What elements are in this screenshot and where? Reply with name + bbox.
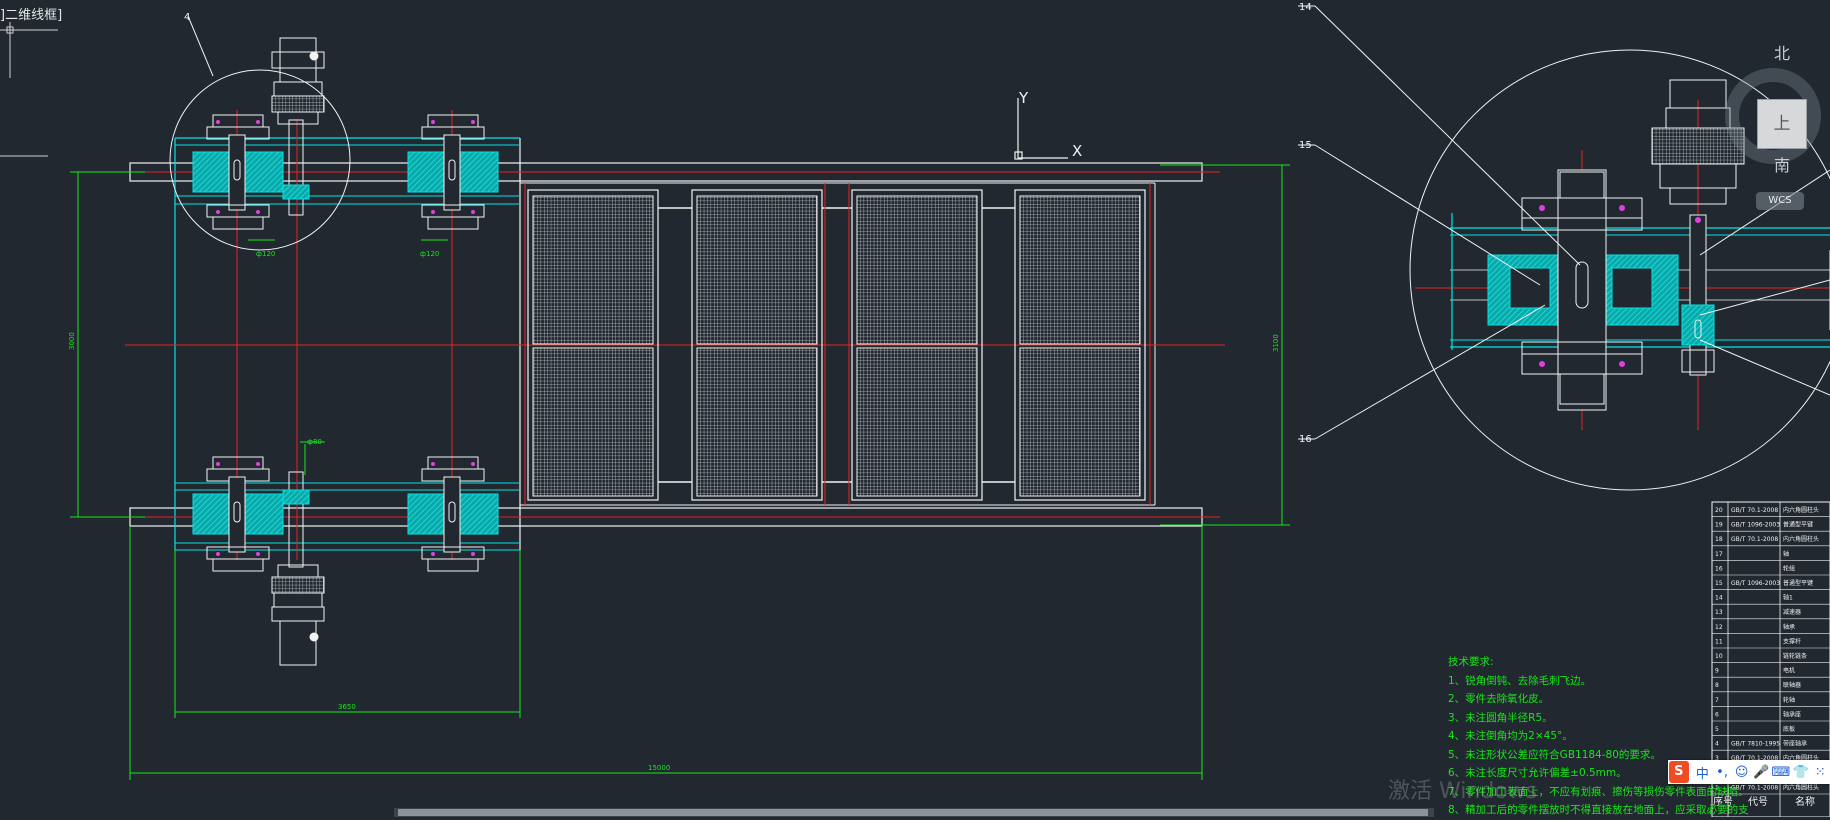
wheel-assembly-top-right — [407, 114, 499, 230]
drive-shaft-top — [282, 119, 310, 216]
bom-cell-name: 带座轴承 — [1783, 740, 1807, 748]
bom-cell-no: 12 — [1715, 624, 1723, 631]
dim-c: ф80 — [307, 438, 322, 446]
bom-cell-name: 普通型平键 — [1783, 521, 1813, 529]
bom-cell-name: 链轮链条 — [1783, 652, 1807, 660]
bom-cell-name: 减速器 — [1783, 608, 1801, 616]
bom-cell-name: 轮组 — [1783, 564, 1795, 572]
bom-cell-code: GB/T 1096-2003 — [1731, 522, 1780, 529]
wcs-menu-button[interactable]: WCS — [1756, 192, 1804, 210]
dim-height-right: 3100 — [1272, 334, 1280, 352]
ime-punct-toggle[interactable]: •, — [1712, 765, 1732, 780]
bom-cell-name: 普通型平键 — [1783, 579, 1813, 587]
ucs-y-label: Y — [1018, 89, 1029, 107]
microphone-icon[interactable]: 🎤 — [1752, 765, 1772, 780]
dim-a: ф120 — [256, 250, 275, 258]
bom-cell-name: 内六角圆柱头 — [1783, 506, 1819, 514]
keyboard-icon[interactable]: ⌨ — [1771, 765, 1791, 780]
bom-cell-no: 13 — [1715, 609, 1723, 616]
bom-cell-code: GB/T 1096-2003 — [1731, 580, 1780, 587]
bom-cell-name: 轴 — [1783, 550, 1789, 558]
motor-top — [271, 37, 325, 125]
viewport-label[interactable]: ]二维线框] — [0, 4, 62, 23]
activation-watermark: 激活 Windows — [1388, 779, 1538, 804]
bom-cell-name: 底板 — [1783, 725, 1795, 733]
bom-row: 20 GB/T 70.1-2008 内六角圆柱头 — [1715, 506, 1819, 514]
bom-cell-no: 20 — [1715, 507, 1723, 514]
callout-14: 14 — [1299, 2, 1312, 13]
sogou-logo-icon[interactable]: S — [1669, 761, 1689, 783]
viewport-crosshair — [0, 22, 58, 157]
ime-lang-toggle[interactable]: 中 — [1693, 763, 1713, 782]
dim-height-outer: 3000 — [68, 332, 76, 350]
note-item: 2、零件去除氧化皮。 — [1448, 693, 1550, 705]
bom-cell-name: 内六角圆柱头 — [1783, 783, 1819, 791]
callout-15: 15 — [1299, 140, 1312, 151]
scrollbar-thumb[interactable] — [398, 809, 1428, 816]
wheel-assembly-bottom-left — [192, 456, 284, 572]
bom-cell-no: 17 — [1715, 551, 1723, 558]
ime-toolbar[interactable]: S 中 •, ☺ 🎤 ⌨ 👕 ⁙ — [1668, 760, 1830, 784]
dim-b: ф120 — [420, 250, 439, 258]
bom-cell-no: 19 — [1715, 522, 1723, 529]
note-item: 3、未注圆角半径R5。 — [1448, 711, 1553, 724]
bom-row: 18 GB/T 70.1-2008 内六角圆柱头 — [1715, 535, 1819, 543]
skin-icon[interactable]: 👕 — [1791, 765, 1811, 780]
callout-16: 16 — [1299, 434, 1312, 445]
motor-bottom — [271, 564, 325, 666]
viewcube-south[interactable]: 南 — [1774, 152, 1790, 176]
viewcube[interactable]: 北 上 南 WCS — [1723, 40, 1830, 210]
mesh-panels — [527, 183, 1146, 505]
bom-cell-no: 16 — [1715, 565, 1723, 572]
note-item: 1、锐角倒钝、去除毛刺飞边。 — [1448, 674, 1592, 687]
bom-cell-code: GB/T 70.1-2008 — [1731, 507, 1778, 514]
bom-header-name: 名称 — [1795, 795, 1815, 808]
callout-4: 4 — [184, 12, 190, 23]
wheel-assembly-top-left — [192, 114, 284, 230]
bom-cell-name: 联轴器 — [1783, 681, 1801, 689]
bom-cell-name: 轴承 — [1783, 623, 1795, 631]
ucs-icon — [1014, 98, 1068, 160]
emoji-icon[interactable]: ☺ — [1732, 765, 1752, 780]
viewcube-top-face[interactable]: 上 — [1758, 100, 1806, 148]
bom-cell-no: 15 — [1715, 580, 1723, 587]
bom-cell-name: 支撑杆 — [1783, 637, 1801, 645]
bom-cell-code: GB/T 70.1-2008 — [1731, 536, 1778, 543]
note-item: 4、未注倒角均为2×45°。 — [1448, 730, 1573, 742]
bom-cell-name: 内六角圆柱头 — [1783, 535, 1819, 543]
toolbox-grid-icon[interactable]: ⁙ — [1810, 765, 1830, 780]
bom-cell-name: 电机 — [1783, 667, 1795, 675]
bom-cell-name: 轴承座 — [1783, 710, 1801, 718]
notes-title: 技术要求: — [1448, 656, 1494, 668]
ucs-x-label: X — [1072, 142, 1082, 160]
wheel-assembly-bottom-right — [407, 456, 499, 572]
bom-cell-no: 18 — [1715, 536, 1723, 543]
bom-cell-no: 11 — [1715, 638, 1723, 645]
dim-left-width: 3650 — [338, 703, 356, 711]
bom-cell-no: 14 — [1715, 595, 1723, 602]
callout-leader-4 — [187, 15, 214, 77]
bom-cell-name: 轮轴 — [1783, 696, 1795, 704]
dim-overall-width: 15000 — [648, 764, 670, 772]
bom-cell-name: 轴1 — [1783, 594, 1793, 602]
drive-shaft-bottom — [282, 471, 310, 568]
bom-header-code: 代号 — [1748, 796, 1768, 808]
viewcube-north[interactable]: 北 — [1774, 40, 1790, 64]
